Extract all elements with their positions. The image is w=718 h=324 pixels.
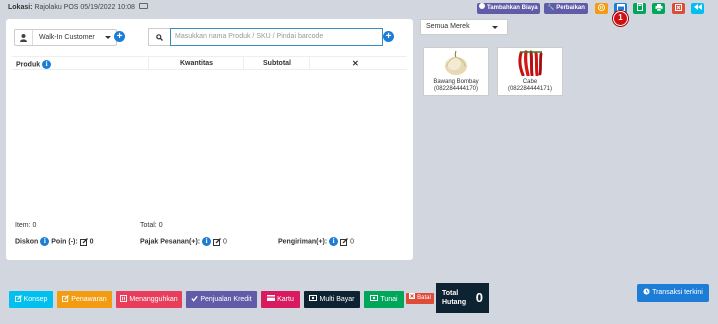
items-count: Item: 0 xyxy=(15,222,37,229)
column-divider xyxy=(309,57,310,69)
pause-button[interactable] xyxy=(595,3,608,14)
step-number-badge: 1 xyxy=(613,11,628,26)
total-due-label: Total Hutang xyxy=(442,290,467,306)
printer-icon xyxy=(655,3,662,12)
customer-select[interactable]: Walk-In Customer xyxy=(14,29,117,46)
shipping-line: Pengiriman(+): i 0 xyxy=(278,237,354,246)
edit-icon xyxy=(14,294,22,302)
info-icon[interactable]: i xyxy=(329,237,339,246)
keyboard-icon[interactable] xyxy=(138,3,148,10)
location-label: Lokasi: xyxy=(8,4,33,11)
chili-image xyxy=(518,50,543,77)
cancel-button[interactable]: Batal xyxy=(406,293,434,304)
product-sku: (082284444171) xyxy=(507,86,553,92)
search-icon xyxy=(148,28,170,46)
total-due-box: Total Hutang 0 xyxy=(436,283,489,313)
user-icon xyxy=(15,30,33,45)
cart-total: Total: 0 xyxy=(140,222,163,229)
brand-filter-select[interactable]: Semua Merek xyxy=(420,19,508,35)
cart-table-header: Produk i Kwantitas Subtotal ✕ xyxy=(12,56,407,70)
discount-line: Diskon i Poin (-): 0 xyxy=(15,237,94,246)
add-expense-button[interactable]: Tambahkan Biaya xyxy=(477,3,540,14)
close-icon xyxy=(675,3,682,11)
chevron-down-icon xyxy=(492,26,498,29)
product-sku: (082284444170) xyxy=(433,86,479,92)
column-divider xyxy=(243,57,244,69)
col-product: Produk i xyxy=(16,60,52,69)
product-name: Bawang Bombay xyxy=(433,79,479,85)
suspend-button[interactable]: Menangguhkan xyxy=(116,291,182,308)
quotation-button[interactable]: Penawaran xyxy=(57,291,112,308)
calculator-button[interactable] xyxy=(633,3,646,14)
location-name: Rajolaku POS xyxy=(34,4,79,11)
multi-pay-button[interactable]: Multi Bayar xyxy=(304,291,360,308)
order-tax-line: Pajak Pesanan(+): i 0 xyxy=(140,237,227,246)
column-divider xyxy=(148,57,149,69)
product-search: Masukkan nama Produk / SKU / Pindai barc… xyxy=(148,28,383,46)
money-icon xyxy=(309,295,318,302)
col-remove: ✕ xyxy=(352,59,359,68)
col-subtotal: Subtotal xyxy=(263,60,291,67)
calculator-icon xyxy=(636,3,643,12)
wrench-icon: 🔧 xyxy=(547,5,555,11)
print-button[interactable] xyxy=(652,3,665,14)
chevron-down-icon xyxy=(105,36,111,39)
edit-icon xyxy=(62,294,70,302)
check-icon xyxy=(191,295,198,302)
edit-shipping-icon[interactable] xyxy=(340,237,349,246)
product-card[interactable]: Cabe (082284444171) xyxy=(497,47,563,96)
product-name: Cabe xyxy=(522,79,538,85)
credit-sale-button[interactable]: Penjualan Kredit xyxy=(186,291,257,308)
money-icon xyxy=(370,295,379,302)
add-customer-button[interactable]: + xyxy=(114,31,125,42)
info-icon[interactable]: i xyxy=(42,60,52,69)
minus-circle-icon xyxy=(479,3,486,10)
info-icon[interactable]: i xyxy=(202,237,212,246)
card-button[interactable]: Kartu xyxy=(261,291,300,308)
current-datetime: 05/19/2022 10:08 xyxy=(80,4,135,11)
window-icon xyxy=(616,3,625,11)
edit-discount-icon[interactable] xyxy=(79,237,88,246)
backward-icon xyxy=(693,4,702,11)
close-register-button[interactable] xyxy=(672,3,685,14)
cash-button[interactable]: Tunai xyxy=(364,291,404,308)
onion-image xyxy=(445,50,467,75)
customer-value: Walk-In Customer xyxy=(39,34,95,41)
info-icon[interactable]: i xyxy=(40,237,50,246)
close-icon xyxy=(409,293,416,300)
draft-button[interactable]: Konsep xyxy=(9,291,53,308)
add-product-button[interactable]: + xyxy=(383,31,394,42)
product-card[interactable]: Bawang Bombay (082284444170) xyxy=(423,47,489,96)
location-info: Lokasi: Rajolaku POS 05/19/2022 10:08 xyxy=(8,3,148,11)
clock-icon xyxy=(643,288,650,295)
repair-button[interactable]: 🔧 Perbaikan xyxy=(544,3,588,14)
col-quantity: Kwantitas xyxy=(180,60,214,67)
pause-icon xyxy=(598,3,605,11)
edit-tax-icon[interactable] xyxy=(213,237,221,246)
credit-card-icon xyxy=(267,295,276,302)
search-input[interactable]: Masukkan nama Produk / SKU / Pindai barc… xyxy=(170,28,383,46)
total-due-value: 0 xyxy=(475,290,483,305)
pause-icon xyxy=(120,294,128,302)
go-back-button[interactable] xyxy=(691,3,704,14)
recent-transactions-button[interactable]: Transaksi terkini xyxy=(637,284,709,302)
pos-cart-panel: Walk-In Customer + Masukkan nama Produk … xyxy=(6,19,413,260)
top-bar: Lokasi: Rajolaku POS 05/19/2022 10:08 Ta… xyxy=(0,0,718,16)
